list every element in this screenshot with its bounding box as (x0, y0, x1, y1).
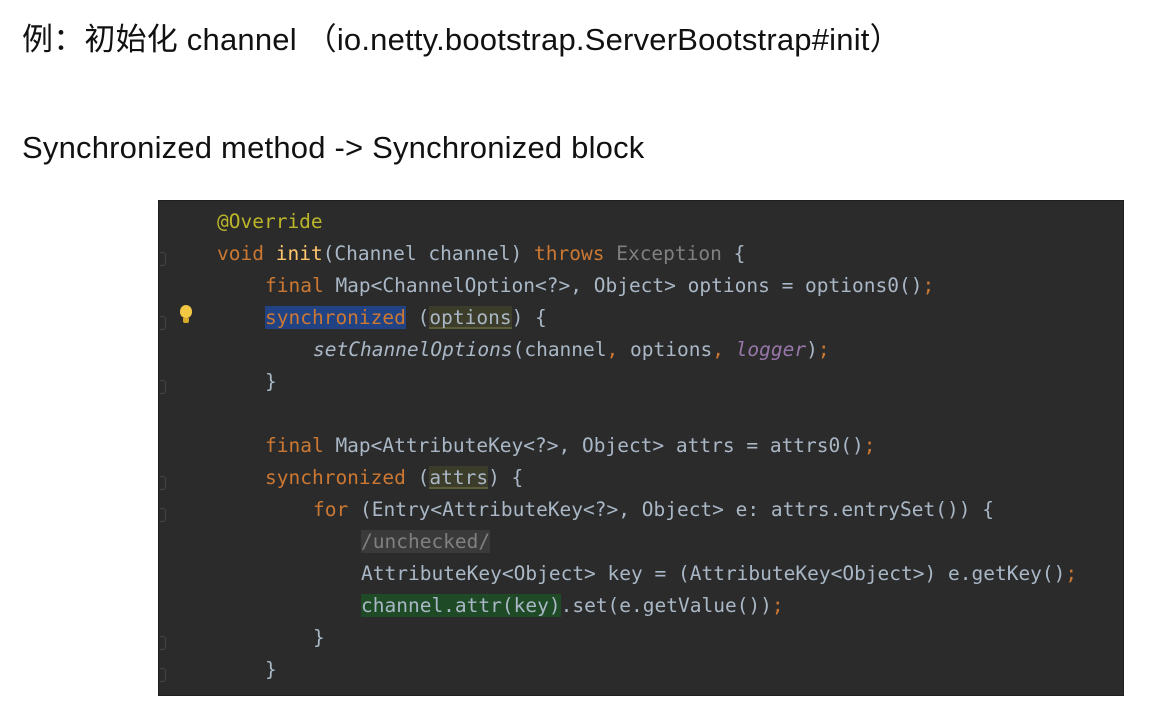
code-text: } (313, 626, 325, 649)
fold-marker-icon[interactable] (160, 476, 166, 490)
code-line: /unchecked/ (361, 526, 491, 558)
highlighted-usage[interactable]: channel.attr(key) (361, 594, 561, 617)
highlighted-reference[interactable]: attrs (429, 466, 489, 489)
code-text: ; (922, 274, 935, 297)
keyword: for (313, 498, 349, 521)
heading-init-channel: 例：初始化 channel （io.netty.bootstrap.Server… (22, 22, 901, 57)
code-editor-panel: @Override void init(Channel channel) thr… (158, 200, 1124, 696)
code-text: { (721, 242, 746, 265)
code-text: AttributeKey<Object> key = (AttributeKey… (361, 562, 1066, 585)
method-name: init (275, 242, 323, 265)
code-line: setChannelOptions(channel, options, logg… (313, 334, 830, 366)
keyword: throws (534, 242, 605, 265)
code-line: synchronized (attrs) { (265, 462, 523, 494)
code-text: ; (771, 594, 784, 617)
code-line: AttributeKey<Object> key = (AttributeKey… (361, 558, 1077, 590)
code-text: ) { (488, 466, 524, 489)
code-line: synchronized (options) { (265, 302, 547, 334)
method-call: setChannelOptions (313, 338, 513, 361)
code-line: void init(Channel channel) throws Except… (217, 238, 745, 270)
fold-marker-icon[interactable] (160, 252, 166, 266)
code-text: options (618, 338, 713, 361)
code-line: for (Entry<AttributeKey<?>, Object> e: a… (313, 494, 994, 526)
code-line: } (313, 622, 325, 654)
code-text: ( (405, 466, 430, 489)
annotation-override: @Override (217, 210, 323, 233)
code-line: final Map<AttributeKey<?>, Object> attrs… (265, 430, 876, 462)
code-text: (Entry<AttributeKey<?>, Object> e: attrs… (348, 498, 994, 521)
fold-marker-icon[interactable] (160, 316, 166, 330)
lightbulb-icon[interactable] (179, 305, 193, 327)
code-text: Exception (604, 242, 722, 265)
fold-marker-icon[interactable] (160, 636, 166, 650)
code-text: ) { (511, 306, 547, 329)
fold-marker-icon[interactable] (160, 380, 166, 394)
inlay-comment: /unchecked/ (361, 530, 491, 553)
keyword: synchronized (265, 466, 406, 489)
code-text: } (265, 658, 277, 681)
code-text: ; (1065, 562, 1078, 585)
selected-keyword[interactable]: synchronized (265, 306, 406, 329)
code-text: Map<AttributeKey<?>, Object> attrs = att… (323, 434, 864, 457)
code-text: } (265, 370, 277, 393)
keyword: final (265, 274, 324, 297)
code-text: , (606, 338, 619, 361)
fold-marker-icon[interactable] (160, 668, 166, 682)
code-text: ; (817, 338, 830, 361)
fold-marker-icon[interactable] (160, 508, 166, 522)
code-text: (Channel channel) (322, 242, 535, 265)
code-text: ) (806, 338, 818, 361)
code-line: channel.attr(key).set(e.getValue()); (361, 590, 784, 622)
heading-synchronized: Synchronized method -> Synchronized bloc… (22, 130, 645, 165)
code-text: ( (405, 306, 430, 329)
code-line: final Map<ChannelOption<?>, Object> opti… (265, 270, 934, 302)
code-text: , (712, 338, 724, 361)
keyword: void (217, 242, 264, 265)
static-field: logger (723, 338, 807, 361)
code-line: } (265, 366, 277, 398)
code-text: .set(e.getValue()) (560, 594, 772, 617)
code-text: ; (863, 434, 876, 457)
keyword: final (265, 434, 324, 457)
highlighted-reference[interactable]: options (429, 306, 512, 329)
code-text: Map<ChannelOption<?>, Object> options = … (323, 274, 923, 297)
code-text: (channel (512, 338, 607, 361)
code-line: @Override (217, 206, 323, 238)
code-line: } (265, 654, 277, 686)
